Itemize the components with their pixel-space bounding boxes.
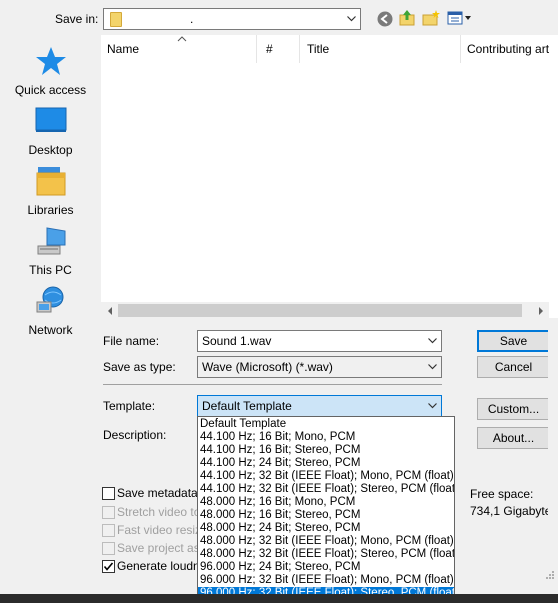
cancel-button[interactable]: Cancel xyxy=(477,356,550,378)
libraries-icon xyxy=(36,167,66,196)
taskbar-strip xyxy=(0,594,558,603)
template-option[interactable]: Default Template xyxy=(198,418,454,431)
template-option[interactable]: 44.100 Hz; 24 Bit; Stereo, PCM xyxy=(198,457,454,470)
folder-icon xyxy=(110,12,122,27)
stretch-video-label: Stretch video to f xyxy=(117,505,208,519)
view-menu-icon[interactable] xyxy=(447,10,473,28)
right-edge-scrollbar xyxy=(548,318,558,580)
save-as-type-select[interactable]: Wave (Microsoft) (*.wav) xyxy=(197,356,442,378)
template-option[interactable]: 44.100 Hz; 32 Bit (IEEE Float); Stereo, … xyxy=(198,483,454,496)
places-bar: Quick access Desktop Libraries This PC N… xyxy=(0,35,101,370)
file-name-label: File name: xyxy=(103,334,160,348)
file-list[interactable]: Name # Title Contributing art xyxy=(101,35,558,319)
desktop-icon xyxy=(35,107,67,132)
template-option[interactable]: 48.000 Hz; 32 Bit (IEEE Float); Stereo, … xyxy=(198,548,454,561)
template-option[interactable]: 96.000 Hz; 24 Bit; Stereo, PCM xyxy=(198,561,454,574)
scroll-right-icon[interactable] xyxy=(532,302,549,319)
template-option[interactable]: 48.000 Hz; 16 Bit; Stereo, PCM xyxy=(198,509,454,522)
file-name-input[interactable]: Sound 1.wav xyxy=(197,330,442,352)
template-option[interactable]: 48.000 Hz; 16 Bit; Mono, PCM xyxy=(198,496,454,509)
save-in-value: . xyxy=(190,12,194,26)
up-folder-icon[interactable] xyxy=(398,9,416,27)
save-project-checkbox xyxy=(102,542,115,555)
template-option[interactable]: 48.000 Hz; 24 Bit; Stereo, PCM xyxy=(198,522,454,535)
place-desktop[interactable]: Desktop xyxy=(0,105,101,165)
horizontal-scrollbar[interactable] xyxy=(101,302,549,319)
this-pc-icon xyxy=(37,227,66,255)
sort-ascending-icon xyxy=(177,36,187,42)
about-button[interactable]: About... xyxy=(477,427,550,449)
save-metadata-label: Save metadata w xyxy=(117,486,210,500)
chevron-down-icon xyxy=(342,9,360,29)
save-as-type-value: Wave (Microsoft) (*.wav) xyxy=(202,360,333,374)
free-space-value: 734,1 Gigabytes xyxy=(470,504,558,518)
place-quick-access[interactable]: Quick access xyxy=(0,45,101,105)
file-name-value: Sound 1.wav xyxy=(202,334,272,348)
chevron-down-icon[interactable] xyxy=(423,331,441,351)
chevron-down-icon xyxy=(423,357,441,377)
network-icon xyxy=(36,286,64,313)
stretch-video-checkbox xyxy=(102,506,115,519)
column-header-number[interactable]: # xyxy=(266,42,273,56)
save-button[interactable]: Save xyxy=(477,330,550,352)
column-header-name[interactable]: Name xyxy=(107,42,139,56)
back-icon[interactable] xyxy=(376,10,394,28)
generate-loudness-checkbox[interactable] xyxy=(102,560,115,573)
place-label: This PC xyxy=(29,263,72,277)
place-label: Quick access xyxy=(14,83,87,97)
template-option[interactable]: 44.100 Hz; 16 Bit; Mono, PCM xyxy=(198,431,454,444)
column-separator[interactable] xyxy=(256,35,257,63)
scrollbar-thumb[interactable] xyxy=(118,304,522,317)
divider xyxy=(103,384,442,385)
template-value: Default Template xyxy=(202,399,292,413)
save-in-label: Save in: xyxy=(55,12,99,26)
quick-access-star-icon xyxy=(36,47,66,75)
template-option[interactable]: 44.100 Hz; 32 Bit (IEEE Float); Mono, PC… xyxy=(198,470,454,483)
scroll-left-icon[interactable] xyxy=(101,302,118,319)
column-separator[interactable] xyxy=(299,35,300,63)
place-label: Desktop xyxy=(28,143,73,157)
template-select[interactable]: Default Template xyxy=(197,395,442,417)
place-network[interactable]: Network xyxy=(0,285,101,345)
save-metadata-checkbox[interactable] xyxy=(102,487,115,500)
description-label: Description: xyxy=(103,428,167,442)
fast-video-resizing-checkbox xyxy=(102,524,115,537)
save-as-type-label: Save as type: xyxy=(103,360,176,374)
template-option[interactable]: 48.000 Hz; 32 Bit (IEEE Float); Mono, PC… xyxy=(198,535,454,548)
chevron-down-icon xyxy=(423,396,441,416)
place-label: Libraries xyxy=(27,203,74,217)
column-header-contributing-artist[interactable]: Contributing art xyxy=(467,42,549,56)
checkmark-icon xyxy=(103,562,114,571)
place-label: Network xyxy=(28,323,73,337)
place-libraries[interactable]: Libraries xyxy=(0,165,101,225)
save-in-combo[interactable]: . xyxy=(103,8,361,30)
free-space-label: Free space: xyxy=(470,487,534,501)
save-project-label: Save project as p xyxy=(117,541,210,555)
template-option[interactable]: 44.100 Hz; 16 Bit; Stereo, PCM xyxy=(198,444,454,457)
custom-button[interactable]: Custom... xyxy=(477,398,550,420)
template-label: Template: xyxy=(103,399,156,413)
column-header-title[interactable]: Title xyxy=(307,42,329,56)
place-this-pc[interactable]: This PC xyxy=(0,225,101,285)
column-separator[interactable] xyxy=(460,35,461,63)
template-dropdown-list[interactable]: Default Template 44.100 Hz; 16 Bit; Mono,… xyxy=(197,416,455,601)
new-folder-icon[interactable] xyxy=(422,9,440,27)
resize-grip-icon[interactable] xyxy=(545,570,555,580)
template-option[interactable]: 96.000 Hz; 32 Bit (IEEE Float); Mono, PC… xyxy=(198,574,454,587)
